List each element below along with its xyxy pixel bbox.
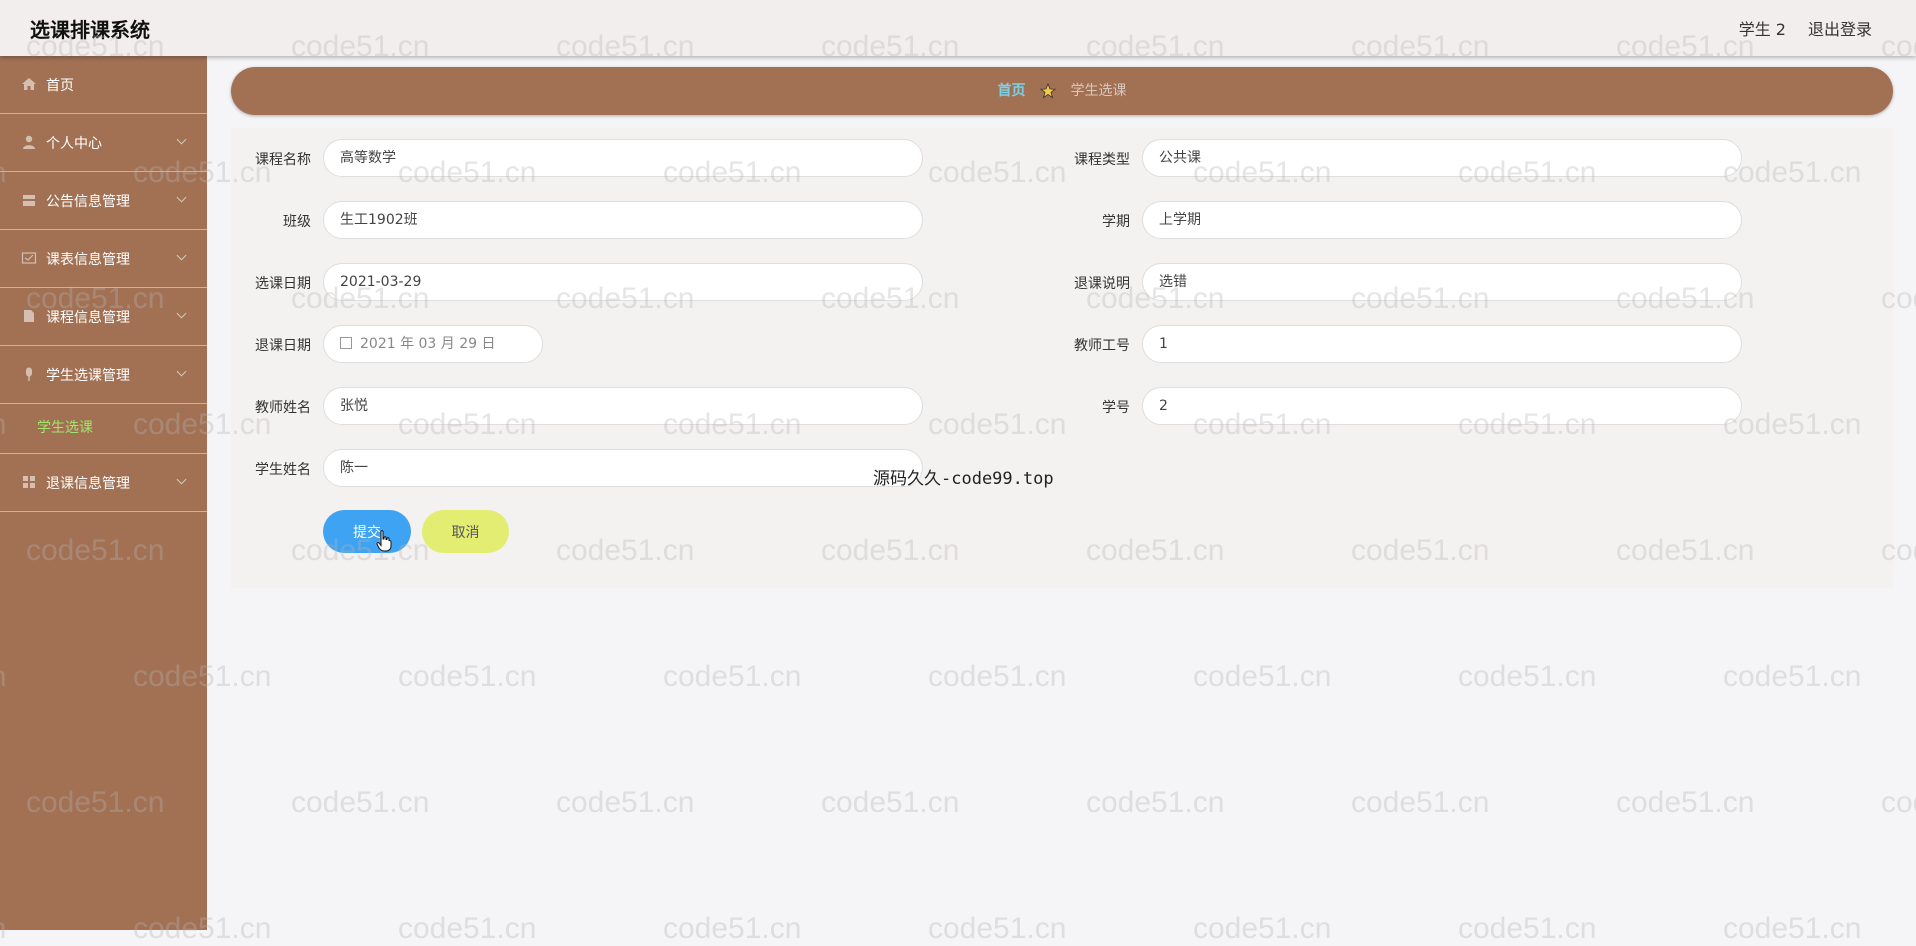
chevron-down-icon [176, 192, 187, 203]
source-overlay-text: 源码久久-code99.top [873, 469, 1054, 489]
watermark: code51.cn [663, 912, 802, 945]
watermark: code51.cn [928, 912, 1067, 945]
sidebar-item-label: 退课信息管理 [46, 476, 130, 492]
teacher-name-label: 教师姓名 [255, 400, 311, 416]
watermark: code51.cn [663, 660, 802, 693]
grid-icon [23, 476, 35, 488]
watermark: code51.cn [1193, 660, 1332, 693]
sidebar-item-label: 课程信息管理 [46, 310, 130, 326]
cancel-button[interactable]: 取消 [422, 510, 509, 553]
student-no-field[interactable]: 2 [1142, 387, 1742, 425]
student-name-label: 学生姓名 [255, 462, 311, 478]
term-label: 学期 [1102, 214, 1130, 230]
top-header: 选课排课系统 学生 2 退出登录 [0, 0, 1916, 56]
watermark: code51.cn [1193, 912, 1332, 945]
chevron-down-icon [176, 134, 187, 145]
drop-note-label: 退课说明 [1074, 276, 1130, 292]
select-date-field[interactable]: 2021-03-29 [323, 263, 923, 301]
logout-link[interactable]: 退出登录 [1808, 16, 1872, 40]
student-name-field[interactable]: 陈一 [323, 449, 923, 487]
breadcrumb: 首页 学生选课 [231, 67, 1893, 115]
chevron-down-icon [176, 308, 187, 319]
sidebar-item-schedule-management[interactable]: 课表信息管理 [0, 230, 207, 288]
class-field[interactable]: 生工1902班 [323, 201, 923, 239]
sidebar-item-label: 课表信息管理 [46, 252, 130, 268]
term-field[interactable]: 上学期 [1142, 201, 1742, 239]
teacher-no-label: 教师工号 [1074, 338, 1130, 354]
sidebar: 首页 个人中心 公告信息管理 课表信息管理 课程信息管理 学生选课管理 学生选课… [0, 56, 207, 930]
sidebar-item-student-selection-management[interactable]: 学生选课管理 [0, 346, 207, 404]
watermark: code51.cn [1723, 912, 1862, 945]
schedule-icon [21, 252, 37, 264]
drop-date-value: 2021 年 03 月 29 日 [360, 336, 496, 352]
watermark: code51.cn [1881, 786, 1916, 819]
watermark: code51.cn [1458, 912, 1597, 945]
sidebar-item-label: 公告信息管理 [46, 194, 130, 210]
watermark: code51.cn [398, 912, 537, 945]
chevron-down-icon [176, 474, 187, 485]
sidebar-item-drop-management[interactable]: 退课信息管理 [0, 454, 207, 512]
drop-note-field[interactable]: 选错 [1142, 263, 1742, 301]
watermark: code51.cn [1351, 786, 1490, 819]
watermark: code51.cn [1458, 660, 1597, 693]
select-icon [26, 367, 32, 381]
drop-date-label: 退课日期 [255, 338, 311, 354]
sidebar-item-personal-center[interactable]: 个人中心 [0, 114, 207, 172]
app-title: 选课排课系统 [30, 18, 150, 42]
sidebar-item-label: 学生选课管理 [46, 368, 130, 384]
course-type-label: 课程类型 [1074, 152, 1130, 168]
sidebar-item-home[interactable]: 首页 [0, 56, 207, 114]
submit-button[interactable]: 提交 [323, 510, 411, 553]
watermark: code51.cn [1616, 786, 1755, 819]
select-date-label: 选课日期 [255, 276, 311, 292]
watermark: code51.cn [1723, 660, 1862, 693]
sidebar-item-notice-management[interactable]: 公告信息管理 [0, 172, 207, 230]
star-icon [1040, 83, 1056, 99]
course-icon [24, 310, 34, 322]
sidebar-subitem-student-selection[interactable]: 学生选课 [0, 404, 207, 454]
student-no-label: 学号 [1102, 400, 1130, 416]
breadcrumb-current: 学生选课 [1070, 83, 1127, 99]
course-name-label: 课程名称 [255, 152, 311, 168]
watermark: code51.cn [556, 786, 695, 819]
watermark: code51.cn [928, 660, 1067, 693]
home-icon [22, 78, 36, 90]
watermark: code51.cn [398, 660, 537, 693]
chevron-down-icon [176, 366, 187, 377]
calendar-icon [340, 337, 352, 349]
breadcrumb-home[interactable]: 首页 [998, 83, 1026, 99]
teacher-no-field[interactable]: 1 [1142, 325, 1742, 363]
sidebar-item-label: 个人中心 [46, 136, 102, 152]
chevron-down-icon [176, 250, 187, 261]
current-user-label: 学生 2 [1738, 20, 1786, 39]
notice-icon [23, 195, 35, 206]
watermark: code51.cn [1086, 786, 1225, 819]
drop-date-picker[interactable]: 2021 年 03 月 29 日 [323, 325, 543, 363]
class-label: 班级 [283, 214, 311, 230]
course-name-field[interactable]: 高等数学 [323, 139, 923, 177]
teacher-name-field[interactable]: 张悦 [323, 387, 923, 425]
watermark: code51.cn [821, 786, 960, 819]
course-type-field[interactable]: 公共课 [1142, 139, 1742, 177]
user-icon [23, 135, 35, 149]
sidebar-item-label: 首页 [46, 78, 74, 94]
sidebar-item-course-management[interactable]: 课程信息管理 [0, 288, 207, 346]
watermark: code51.cn [291, 786, 430, 819]
hand-cursor-icon [376, 530, 392, 552]
